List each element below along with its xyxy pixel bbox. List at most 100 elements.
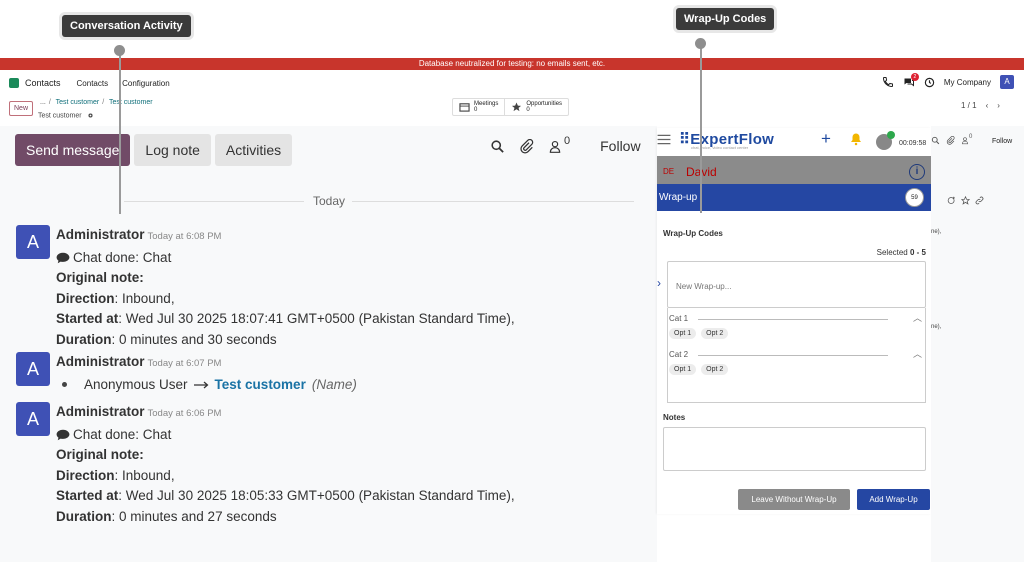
app-name[interactable]: Contacts — [25, 78, 61, 88]
opportunities-label: Opportunities — [526, 101, 563, 107]
duration-label: Duration — [56, 331, 112, 347]
log-note-button[interactable]: Log note — [134, 134, 211, 166]
wrapup-categories: Cat 1 ︿ Opt 1 Opt 2 Cat 2 ︿ Opt 1 Opt 2 — [667, 308, 926, 403]
breadcrumb-ellipsis[interactable]: ... — [40, 99, 46, 106]
wrapup-option-chip[interactable]: Opt 2 — [701, 364, 729, 375]
new-wrapup-input[interactable] — [676, 282, 916, 291]
callout-line — [700, 43, 702, 213]
follow-button[interactable]: Follow — [600, 138, 640, 154]
link-icon[interactable] — [975, 196, 984, 205]
author-avatar[interactable]: A — [16, 402, 50, 436]
callout-dot — [695, 38, 706, 49]
author-name[interactable]: Administrator — [56, 404, 145, 419]
company-switcher[interactable]: My Company — [944, 78, 991, 87]
calendar-icon — [459, 102, 470, 112]
paperclip-icon[interactable] — [946, 136, 955, 145]
duration-value: : 0 minutes and 27 seconds — [111, 508, 277, 524]
old-value: Anonymous User — [84, 376, 188, 392]
author-name[interactable]: Administrator — [56, 354, 145, 369]
chevron-up-icon[interactable]: ︿ — [913, 347, 922, 360]
smart-buttons: Meetings 0 Opportunities 0 — [452, 98, 570, 116]
leave-without-wrapup-button[interactable]: Leave Without Wrap-Up — [738, 489, 850, 510]
duration-value: : 0 minutes and 30 seconds — [111, 331, 277, 347]
follower-count: 0 — [969, 134, 973, 140]
nav-configuration[interactable]: Configuration — [122, 79, 170, 88]
add-reaction-icon[interactable] — [947, 196, 956, 205]
clock-icon[interactable] — [924, 77, 935, 88]
paperclip-icon[interactable] — [519, 138, 534, 154]
direction-value: : Inbound, — [114, 290, 175, 306]
pager: 1 / 1 ‹ › — [961, 101, 1000, 110]
wrapup-option-chip[interactable]: Opt 1 — [669, 364, 697, 375]
chevron-right-icon[interactable]: › — [657, 276, 661, 290]
bullet — [62, 382, 67, 388]
contact-initials: DE — [663, 167, 675, 176]
contacts-app-icon[interactable] — [9, 78, 19, 88]
original-note-label: Original note: — [56, 270, 144, 285]
speech-bubble-icon — [56, 252, 70, 264]
chatter-toolbar: Send message Log note Activities — [15, 134, 293, 166]
author-name[interactable]: Administrator — [56, 227, 145, 242]
record-name: Test customer — [38, 112, 82, 120]
followers-button[interactable]: 0 — [548, 135, 570, 154]
chat-icon[interactable]: 2 — [903, 72, 919, 88]
background-chatter-strip: 0 Follow ne), ne), — [931, 126, 1024, 562]
status-dot — [887, 131, 895, 139]
message-time: Today at 6:08 PM — [147, 231, 222, 242]
star-icon — [511, 102, 522, 112]
tracking-change: Anonymous User Test customer (Name) — [62, 375, 616, 396]
wrapup-option-chip[interactable]: Opt 1 — [669, 328, 697, 339]
follow-button[interactable]: Follow — [992, 138, 1012, 145]
contact-bar: DE David i — [657, 156, 931, 184]
chatter-tools: 0 Follow — [490, 135, 641, 154]
callout-wrapup-codes: Wrap-Up Codes — [676, 8, 775, 30]
chatter-panel: Send message Log note Activities 0 Follo… — [0, 126, 657, 562]
star-icon[interactable] — [961, 196, 970, 205]
notes-textarea[interactable] — [663, 427, 926, 471]
phone-icon[interactable] — [882, 76, 894, 88]
callout-dot — [114, 45, 125, 56]
breadcrumb-item[interactable]: Test customer — [109, 99, 153, 106]
gear-icon[interactable] — [87, 112, 94, 119]
pager-next-icon[interactable]: › — [997, 101, 1000, 110]
notes-title: Notes — [663, 413, 686, 422]
breadcrumb-item[interactable]: Test customer — [56, 99, 100, 106]
started-label: Started at — [56, 488, 119, 503]
divider — [698, 319, 888, 320]
truncated-text: ne), — [931, 324, 942, 330]
pager-prev-icon[interactable]: ‹ — [986, 101, 989, 110]
author-avatar[interactable]: A — [16, 352, 50, 386]
pager-value[interactable]: 1 / 1 — [961, 101, 977, 110]
wrapup-option-chip[interactable]: Opt 2 — [701, 328, 729, 339]
hamburger-menu-icon[interactable] — [657, 134, 671, 145]
user-avatar[interactable]: A — [1000, 75, 1014, 89]
info-icon[interactable]: i — [909, 164, 925, 180]
wrapup-input-box — [667, 261, 926, 308]
search-icon[interactable] — [931, 136, 940, 145]
activities-button[interactable]: Activities — [214, 134, 293, 166]
opportunities-smart-button[interactable]: Opportunities 0 — [505, 99, 568, 115]
chevron-up-icon[interactable]: ︿ — [913, 311, 922, 324]
plus-icon[interactable]: + — [821, 129, 831, 149]
author-avatar[interactable]: A — [16, 225, 50, 259]
send-message-button[interactable]: Send message — [15, 134, 131, 166]
callout-conversation-activity: Conversation Activity — [62, 15, 191, 37]
expertflow-panel: ⠿ExpertFlow chat, voice, video contact c… — [657, 128, 931, 514]
day-label: Today — [313, 194, 346, 208]
truncated-text: ne), — [931, 229, 942, 235]
meetings-smart-button[interactable]: Meetings 0 — [453, 99, 506, 115]
bell-icon[interactable] — [850, 132, 862, 146]
category-label[interactable]: Cat 2 — [669, 350, 688, 359]
expertflow-header: ⠿ExpertFlow chat, voice, video contact c… — [657, 128, 931, 156]
callout-line — [119, 50, 121, 214]
direction-label: Direction — [56, 290, 115, 306]
category-label[interactable]: Cat 1 — [669, 314, 688, 323]
agent-avatar[interactable] — [876, 131, 895, 150]
day-separator: Today — [124, 194, 634, 208]
nav-contacts[interactable]: Contacts — [77, 79, 109, 88]
selected-prefix: Selected — [876, 248, 910, 257]
add-wrapup-button[interactable]: Add Wrap-Up — [857, 489, 930, 510]
followers-button[interactable]: 0 — [961, 134, 973, 145]
search-icon[interactable] — [490, 139, 505, 154]
new-button[interactable]: New — [9, 101, 34, 116]
